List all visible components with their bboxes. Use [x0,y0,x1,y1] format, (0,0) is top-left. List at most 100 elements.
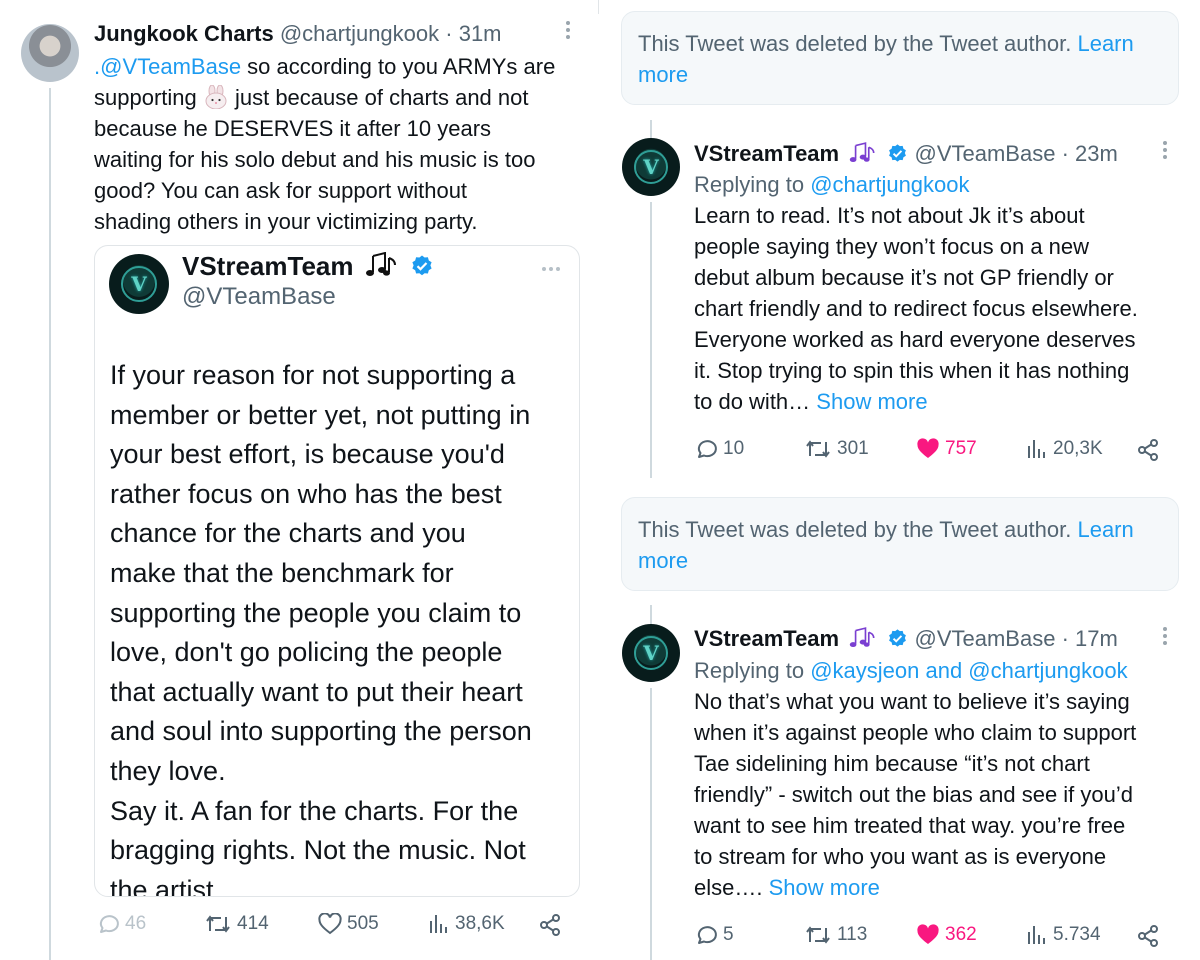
quote-line: bragging rights. Not the music. Not [110,835,526,866]
quote-line: and soul into supporting the person [110,716,532,747]
replying-to-mention[interactable]: @kaysjeon and @chartjungkook [810,658,1127,683]
vstreamteam-avatar-reply-1[interactable]: V [622,138,680,196]
music-notes-icon [365,252,396,276]
reply-2-author-name[interactable]: VStreamTeam [694,626,839,651]
reply-button[interactable]: 46 [96,913,146,935]
retweet-button[interactable]: 113 [804,924,867,946]
verified-badge-icon [889,629,907,647]
body-line-6: shading others in your victimizing party… [94,209,478,234]
reply-1-actions: 10 301 757 20,3K [694,438,1174,468]
tweet-time[interactable]: · 31m [445,21,501,46]
reply-1-more-options-icon[interactable] [1162,140,1168,164]
views-button[interactable]: 20,3K [1026,438,1103,460]
quote-line: your best effort, is because you'd [110,439,505,470]
retweet-icon [806,440,830,458]
learn-more-link-cont[interactable]: more [638,548,688,573]
reply-count: 46 [125,913,147,934]
reply-button[interactable]: 10 [694,438,744,460]
show-more-link[interactable]: Show more [816,389,927,414]
reply-count: 10 [723,438,745,459]
reply-2-handle[interactable]: @VTeamBase [914,626,1055,651]
quote-line: supporting the people you claim to [110,597,522,628]
reply-icon [697,440,717,458]
share-button[interactable] [1136,438,1165,462]
reply-2-more-options-icon[interactable] [1162,626,1168,650]
views-icon [1028,926,1045,944]
reply-line: No that’s what you want to believe it’s … [694,689,1130,714]
replying-to-prefix: Replying to [694,172,805,197]
replying-to-line: Replying to @chartjungkook [694,169,1184,200]
learn-more-link[interactable]: Learn [1077,517,1133,542]
left-tweet-body: .@VTeamBase so according to you ARMYs ar… [94,51,584,237]
quote-header: VStreamTeam [182,252,434,279]
author-name[interactable]: Jungkook Charts [94,21,274,46]
left-tweet-header: Jungkook Charts @chartjungkook · 31m [94,23,502,45]
author-handle[interactable]: @chartjungkook [280,21,439,46]
reply-1-header: VStreamTeam @VTeamBase · 23m [694,142,1118,165]
retweet-button[interactable]: 414 [204,913,269,935]
share-button[interactable] [538,913,567,937]
views-button[interactable]: 38,6K [428,913,505,935]
reply-line: chart friendly and to redirect focus els… [694,296,1138,321]
quote-handle[interactable]: @VTeamBase [182,285,336,309]
views-count: 20,3K [1053,438,1103,459]
truncated-text: to do with… [694,389,811,414]
like-button[interactable]: 362 [916,924,977,946]
body-line-2: supporting just because of charts and no… [94,84,529,110]
reply-1-handle[interactable]: @VTeamBase [914,141,1055,166]
quote-line: the artist. [110,874,222,897]
like-icon [318,913,342,935]
retweet-button[interactable]: 301 [804,438,869,460]
vstreamteam-avatar[interactable]: V [109,254,169,314]
jungkook-charts-avatar[interactable] [21,24,79,82]
like-button[interactable]: 505 [318,913,379,935]
reply-line: when it’s against people who claim to su… [694,720,1137,745]
quoted-tweet-card[interactable]: V VStreamTeam @VTeamBase If your reason … [94,245,580,897]
reply-line: Everyone worked as hard everyone deserve… [694,327,1136,352]
quote-line: that actually want to put their heart [110,676,523,707]
reply-icon [99,915,119,933]
learn-more-link-cont[interactable]: more [638,62,688,87]
reply-icon [697,926,717,944]
retweet-icon [806,926,830,944]
left-tweet-actions: 46 414 505 38,6K [96,913,576,943]
quote-more-options-icon[interactable] [541,254,561,276]
music-notes-icon [850,627,875,648]
reply-button[interactable]: 5 [694,924,734,946]
quote-line: Say it. A fan for the charts. For the [110,795,519,826]
share-icon [1138,439,1158,461]
reply-1-author-name[interactable]: VStreamTeam [694,141,839,166]
verified-badge-icon [412,255,432,276]
thread-line-right-3 [650,605,652,625]
mention-vteambase[interactable]: .@VTeamBase [94,54,241,79]
reply-2-time[interactable]: · 17m [1062,626,1118,651]
deleted-tweet-notice-1: This Tweet was deleted by the Tweet auth… [621,11,1179,105]
like-count: 757 [945,438,977,459]
share-icon [1138,925,1158,947]
reply-line: else…. Show more [694,872,1184,903]
truncated-text: else…. [694,875,763,900]
deleted-notice-text: This Tweet was deleted by the Tweet auth… [638,517,1072,542]
quote-body: If your reason for not supporting a memb… [110,356,575,897]
reply-line: to do with… Show more [694,386,1184,417]
rabbit-emoji [203,84,229,110]
left-tweet-panel: Jungkook Charts @chartjungkook · 31m .@V… [0,0,598,960]
share-button[interactable] [1136,924,1165,948]
retweet-count: 301 [837,438,869,459]
like-button[interactable]: 757 [916,438,977,460]
verified-badge-icon [889,144,907,162]
like-count: 505 [347,913,379,934]
show-more-link[interactable]: Show more [769,875,880,900]
reply-1-time[interactable]: · 23m [1062,141,1118,166]
body-line-4: waiting for his solo debut and his music… [94,147,536,172]
views-button[interactable]: 5.734 [1026,924,1101,946]
quote-line: member or better yet, not putting in [110,399,531,430]
more-options-icon[interactable] [562,20,574,44]
learn-more-link[interactable]: Learn [1077,31,1133,56]
reply-line: debut album because it’s not GP friendly… [694,265,1114,290]
replying-to-mention[interactable]: @chartjungkook [810,172,969,197]
vstreamteam-avatar-reply-2[interactable]: V [622,624,680,682]
quote-author-name[interactable]: VStreamTeam [182,251,354,281]
views-icon [430,915,447,933]
reply-1-body: Replying to @chartjungkook Learn to read… [694,169,1184,417]
